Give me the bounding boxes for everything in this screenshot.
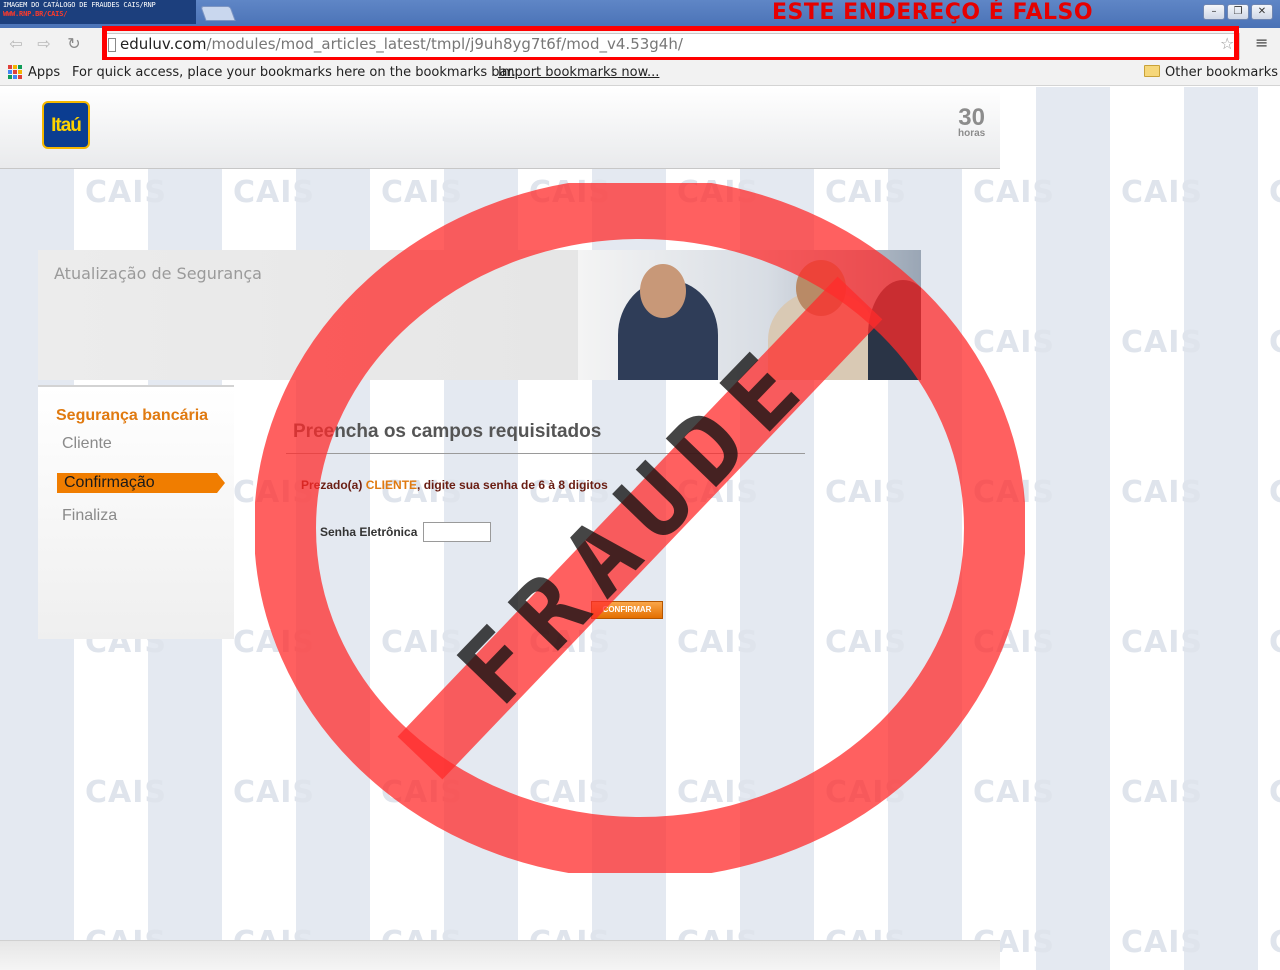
url-path: /modules/mod_articles_latest/tmpl/j9uh8y… [206,35,683,53]
watermark-text: CAIS [825,475,908,510]
maximize-icon[interactable]: ❐ [1227,4,1249,20]
hours-badge: 30 horas [958,104,986,139]
watermark-text: CAIS [973,175,1056,210]
bookmark-star-icon[interactable]: ☆ [1220,34,1234,53]
sidebar-item-label: Confirmação [64,474,155,491]
watermark-text: CAIS [677,475,760,510]
bookmark-apps[interactable]: Apps [28,65,60,80]
import-bookmarks-link[interactable]: Import bookmarks now... [498,65,659,80]
site-header: Itaú 30 horas [0,87,1000,169]
watermark-text: CAIS [1121,175,1204,210]
background-stripe [740,87,814,970]
watermark-text: CAIS [529,775,612,810]
watermark-text: CAIS [677,625,760,660]
watermark-text: CAIS [381,175,464,210]
logo-text: Itaú [51,115,82,136]
bookmarks-hint: For quick access, place your bookmarks h… [72,65,516,80]
tab-caption-sub: WWW.RNP.BR/CAIS/ [3,10,68,18]
msg-suffix: , digite sua senha de 6 à 8 digitos [417,478,608,492]
watermark-text: CAIS [1269,325,1280,360]
watermark-text: CAIS [973,625,1056,660]
fake-address-warning: ESTE ENDEREÇO É FALSO [772,0,1094,25]
background-stripe [592,87,666,970]
watermark-text: CAIS [1121,475,1204,510]
forward-arrow-icon[interactable]: ⇨ [34,34,54,54]
watermark-text: CAIS [1269,925,1280,960]
address-url[interactable]: eduluv.com/modules/mod_articles_latest/t… [120,35,683,53]
security-banner: Atualização de Segurança [38,250,921,380]
banner-photo [578,250,921,380]
bookmarks-bar: Apps For quick access, place your bookma… [0,60,1280,86]
watermark-text: CAIS [1269,475,1280,510]
watermark-text: CAIS [1269,175,1280,210]
person-figure [868,280,921,380]
sidebar: Segurança bancária Cliente Confirmação F… [38,385,234,639]
watermark-text: CAIS [381,625,464,660]
minimize-icon[interactable]: – [1203,4,1225,20]
watermark-text: CAIS [677,775,760,810]
menu-icon[interactable]: ≡ [1255,33,1268,52]
watermark-text: CAIS [973,475,1056,510]
person-figure [796,260,846,316]
watermark-text: CAIS [85,175,168,210]
msg-client: CLIENTE [365,478,418,492]
msg-prefix: Prezado(a) [301,478,366,492]
watermark-text: CAIS [233,625,316,660]
watermark-text: CAIS [825,625,908,660]
confirm-button[interactable]: CONFIRMAR [591,601,663,619]
watermark-text: CAIS [1121,925,1204,960]
bank-logo[interactable]: Itaú [42,101,90,149]
background-stripe [1184,87,1258,970]
folder-icon [1144,65,1160,77]
url-host: eduluv.com [120,35,207,53]
sidebar-item-confirmacao[interactable]: Confirmação [57,473,225,493]
watermark-text: CAIS [233,175,316,210]
banner-title: Atualização de Segurança [54,264,262,283]
sidebar-item-cliente[interactable]: Cliente [62,435,112,453]
apps-grid-icon[interactable] [8,65,22,79]
watermark-text: CAIS [529,175,612,210]
close-icon[interactable]: ✕ [1251,4,1273,20]
back-arrow-icon[interactable]: ⇦ [6,34,26,54]
watermark-text: CAIS [1269,625,1280,660]
page-footer [0,940,1000,970]
watermark-text: CAIS [381,775,464,810]
tab-caption: IMAGEM DO CATÁLOGO DE FRAUDES CAIS/RNP [3,1,156,9]
watermark-text: CAIS [825,175,908,210]
watermark-text: CAIS [233,775,316,810]
page-icon [108,38,116,52]
browser-tab[interactable]: IMAGEM DO CATÁLOGO DE FRAUDES CAIS/RNP W… [0,0,196,24]
watermark-text: CAIS [973,325,1056,360]
watermark-text: CAIS [1121,775,1204,810]
badge-number: 30 [958,104,985,131]
sidebar-item-finaliza[interactable]: Finaliza [62,507,117,525]
watermark-text: CAIS [85,775,168,810]
divider [286,453,805,454]
web-page: CAIS CAIS CAIS CAIS CAIS CAIS CAIS CAIS CAIS CAIS… [0,87,1280,970]
watermark-text: CAIS [825,775,908,810]
background-stripe [1036,87,1110,970]
person-figure [640,264,686,318]
other-bookmarks[interactable]: Other bookmarks [1165,65,1278,80]
sidebar-title: Segurança bancária [56,407,209,424]
form-instruction: Prezado(a) CLIENTE, digite sua senha de … [301,478,608,492]
reload-icon[interactable]: ↻ [64,34,84,54]
watermark-text: CAIS [677,175,760,210]
watermark-text: CAIS [1121,625,1204,660]
new-tab-button[interactable] [200,6,236,21]
watermark-text: CAIS [1269,775,1280,810]
password-input[interactable] [423,522,491,542]
badge-label: horas [958,128,986,139]
background-stripe [888,87,962,970]
form-title: Preencha os campos requisitados [293,421,602,442]
watermark-text: CAIS [973,775,1056,810]
watermark-text: CAIS [529,625,612,660]
watermark-text: CAIS [1121,325,1204,360]
password-label: Senha Eletrônica [320,525,418,539]
